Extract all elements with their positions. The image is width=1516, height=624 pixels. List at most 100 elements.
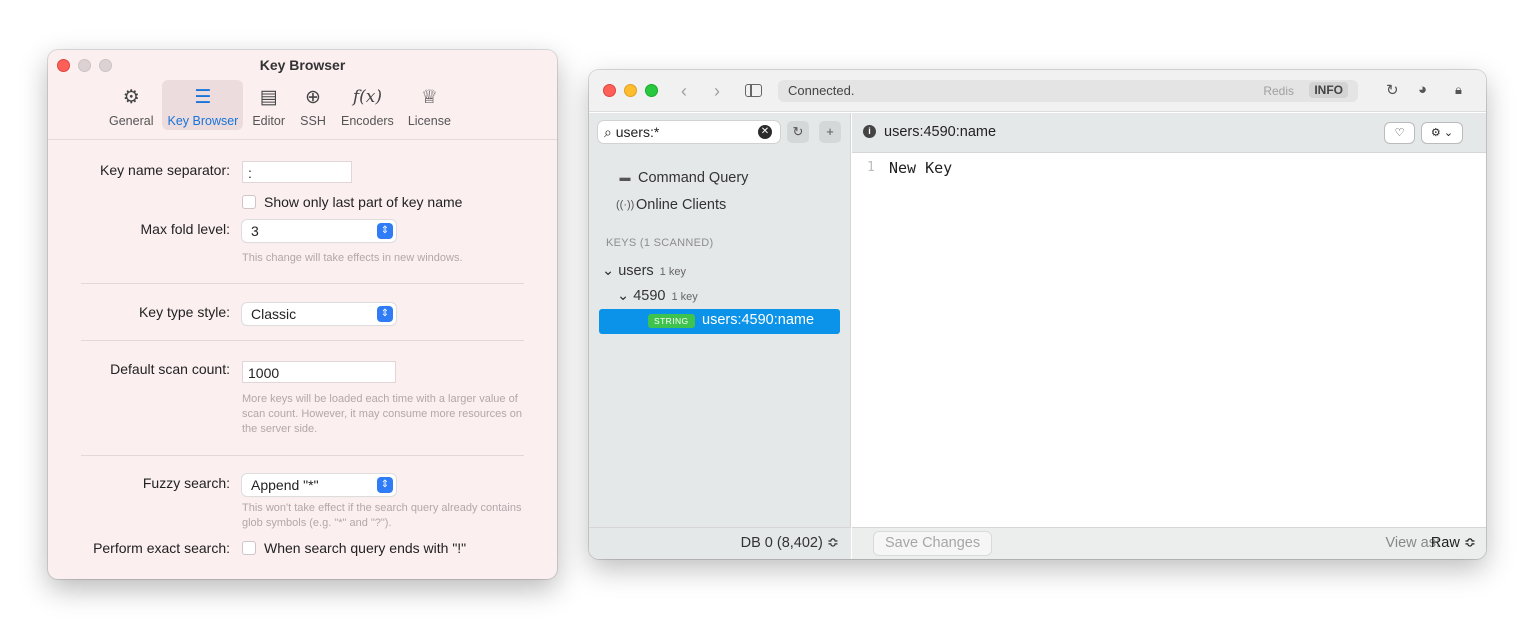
preferences-window: Key Browser ⚙ General ☰ Key Browser ▤ Ed…: [48, 50, 557, 579]
favorite-button[interactable]: ♡: [1385, 123, 1414, 143]
tab-editor[interactable]: ▤ Editor: [247, 80, 290, 130]
tab-label: SSH: [300, 114, 326, 128]
broadcast-icon: ((·)): [616, 199, 635, 211]
checkbox-box[interactable]: [242, 195, 256, 209]
key-type-style-row: Key type style: Classic ⇕: [48, 303, 557, 326]
redis-browser-window: ‹ › Connected. Redis INFO ↻ ◕ 🔒︎ ⌕ users…: [589, 70, 1486, 559]
folder-label: 4590: [633, 288, 666, 304]
tab-label: Editor: [252, 114, 285, 128]
sidebar-item-label: Online Clients: [636, 197, 727, 213]
gear-icon: ⚙ ⌄: [1430, 127, 1454, 139]
checkbox-box[interactable]: [242, 541, 256, 555]
sidebar-toggle-icon[interactable]: [745, 84, 762, 97]
badge-icon: ♕: [420, 86, 438, 108]
chevron-down-icon: ⌄: [602, 263, 615, 279]
key-type-style-label: Key type style:: [138, 304, 230, 320]
default-scan-count-label: Default scan count:: [110, 361, 230, 377]
actions-menu-button[interactable]: ⚙ ⌄: [1422, 123, 1462, 143]
select-value: Append "*": [251, 477, 319, 493]
save-changes-button[interactable]: Save Changes: [874, 532, 992, 555]
select-value: Classic: [251, 306, 297, 322]
sidebar-item-online-clients[interactable]: ((·)) Online Clients: [616, 197, 726, 213]
key-count: 1 key: [659, 266, 686, 278]
function-icon: f(x): [352, 87, 382, 107]
tab-label: Encoders: [341, 114, 394, 128]
divider: [81, 455, 524, 456]
close-button[interactable]: [603, 84, 616, 97]
search-input[interactable]: ⌕ users:* ✕: [598, 121, 780, 143]
add-key-button[interactable]: +: [819, 121, 841, 143]
key-row-selected[interactable]: STRING users:4590:name: [599, 309, 840, 334]
chevron-updown-icon: ⇕: [377, 477, 393, 493]
info-icon[interactable]: i: [863, 125, 876, 138]
key-content: i users:4590:name ♡ ⚙ ⌄ 1 New Key: [852, 113, 1486, 527]
globe-icon: ⊕: [305, 86, 321, 108]
window-title: Key Browser: [259, 57, 346, 73]
forward-icon[interactable]: ›: [714, 81, 720, 102]
connection-status: Connected.: [788, 83, 855, 98]
minimize-button[interactable]: [624, 84, 637, 97]
exact-search-checkbox[interactable]: When search query ends with "!": [242, 540, 466, 556]
tab-label: Key Browser: [167, 114, 239, 128]
info-button[interactable]: INFO: [1309, 82, 1348, 98]
preferences-tabs: ⚙ General ☰ Key Browser ▤ Editor ⊕ SSH f…: [104, 80, 460, 130]
tab-license[interactable]: ♕ License: [403, 80, 456, 130]
refresh-icon[interactable]: ↻: [1386, 81, 1399, 99]
chevron-updown-icon: ⇕: [377, 306, 393, 322]
type-badge: STRING: [648, 314, 695, 328]
refresh-keys-button[interactable]: ↻: [787, 121, 809, 143]
search-icon: ⌕: [604, 124, 612, 140]
checkbox-label: Show only last part of key name: [264, 194, 463, 210]
clear-search-icon[interactable]: ✕: [758, 125, 772, 139]
max-fold-level-label: Max fold level:: [140, 221, 230, 237]
divider: [81, 340, 524, 341]
fuzzy-search-row: Fuzzy search: Append "*" ⇕: [48, 474, 557, 497]
checkbox-label: When search query ends with "!": [264, 540, 467, 556]
key-header: i users:4590:name ♡ ⚙ ⌄: [852, 113, 1486, 153]
lock-icon[interactable]: 🔒︎: [1455, 82, 1462, 98]
database-selector[interactable]: DB 0 (8,402) ≎: [589, 527, 851, 559]
database-label: DB 0 (8,402) ≎: [740, 535, 839, 551]
tab-key-browser[interactable]: ☰ Key Browser: [162, 80, 244, 130]
sidebar-item-command-query[interactable]: ▬ Command Query: [618, 170, 749, 186]
preferences-titlebar: Key Browser ⚙ General ☰ Key Browser ▤ Ed…: [48, 50, 557, 140]
max-fold-level-row: Max fold level: 3 ⇕: [48, 220, 557, 243]
keys-header: KEYS (1 SCANNED): [606, 237, 714, 249]
select-value: 3: [251, 223, 259, 239]
tab-ssh[interactable]: ⊕ SSH: [294, 80, 332, 130]
fuzzy-hint: This won't take effect if the search que…: [242, 502, 522, 529]
gear-icon: ⚙: [122, 86, 140, 108]
clock-icon[interactable]: ◕: [1418, 81, 1427, 98]
key-type-style-select[interactable]: Classic ⇕: [242, 303, 396, 325]
chevron-down-icon: ⌄: [617, 288, 630, 304]
back-icon[interactable]: ‹: [681, 81, 687, 102]
key-name-separator-input[interactable]: :: [242, 161, 352, 183]
heart-icon: ♡: [1394, 127, 1405, 139]
value-text[interactable]: New Key: [889, 159, 952, 177]
show-last-part-checkbox[interactable]: Show only last part of key name: [242, 194, 462, 210]
fuzzy-search-select[interactable]: Append "*" ⇕: [242, 474, 396, 496]
status-bar: Connected. Redis INFO: [778, 80, 1358, 102]
tab-encoders[interactable]: f(x) Encoders: [336, 80, 399, 130]
default-scan-count-input[interactable]: 1000: [242, 361, 396, 383]
sidebar-item-label: Command Query: [638, 170, 749, 186]
tab-label: General: [109, 114, 154, 128]
tab-label: License: [407, 114, 451, 128]
editor-icon: ▤: [259, 86, 278, 108]
search-value: users:*: [615, 124, 660, 140]
content-footer: Save Changes View as: Raw ≎: [852, 527, 1486, 559]
key-count: 1 key: [671, 291, 698, 303]
tab-general[interactable]: ⚙ General: [104, 80, 158, 130]
terminal-icon: ▬: [619, 172, 631, 184]
chevron-updown-icon: ⇕: [377, 223, 393, 239]
zoom-button[interactable]: [645, 84, 658, 97]
divider: [81, 283, 524, 284]
tree-folder-4590[interactable]: ⌄ 4590 1 key: [617, 288, 698, 304]
view-as-select[interactable]: Raw ≎: [1431, 535, 1476, 551]
redis-label: Redis: [1263, 84, 1294, 98]
max-fold-level-select[interactable]: 3 ⇕: [242, 220, 396, 242]
sidebar: ⌕ users:* ✕ ↻ + ▬ Command Query ((·)) On…: [589, 113, 851, 527]
tree-folder-users[interactable]: ⌄ users 1 key: [602, 263, 686, 279]
sidebar-footer: DB 0 (8,402) ≎: [589, 527, 851, 559]
key-name-separator-label: Key name separator:: [100, 162, 230, 178]
